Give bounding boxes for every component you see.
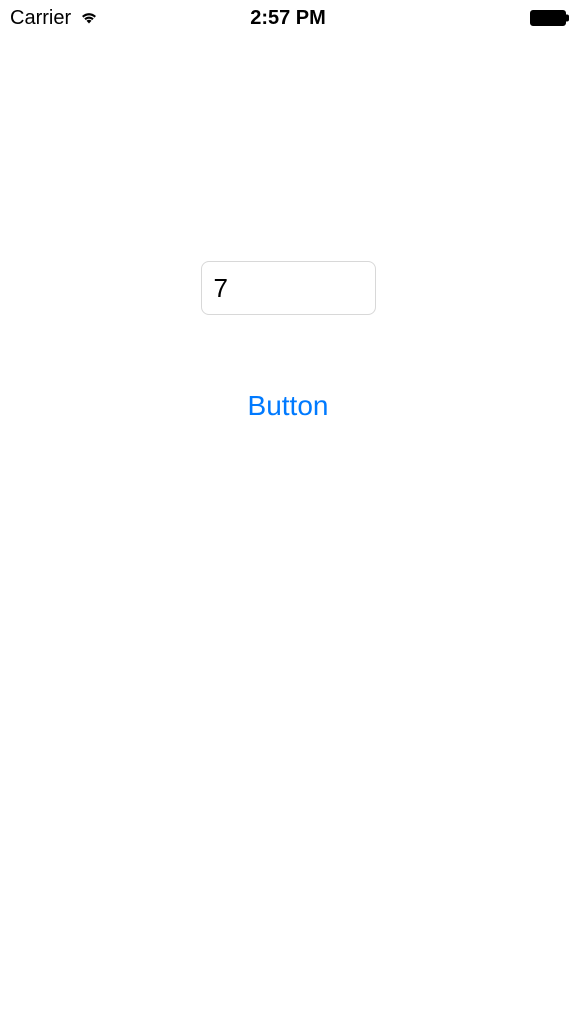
number-input[interactable] — [201, 261, 376, 315]
main-content: Button — [0, 36, 576, 422]
status-left: Carrier — [10, 7, 99, 30]
carrier-label: Carrier — [10, 7, 71, 30]
status-right — [530, 10, 566, 26]
status-time: 2:57 PM — [250, 7, 326, 30]
action-button[interactable]: Button — [248, 390, 329, 422]
status-bar: Carrier 2:57 PM — [0, 0, 576, 36]
battery-icon — [530, 10, 566, 26]
wifi-icon — [79, 7, 99, 30]
